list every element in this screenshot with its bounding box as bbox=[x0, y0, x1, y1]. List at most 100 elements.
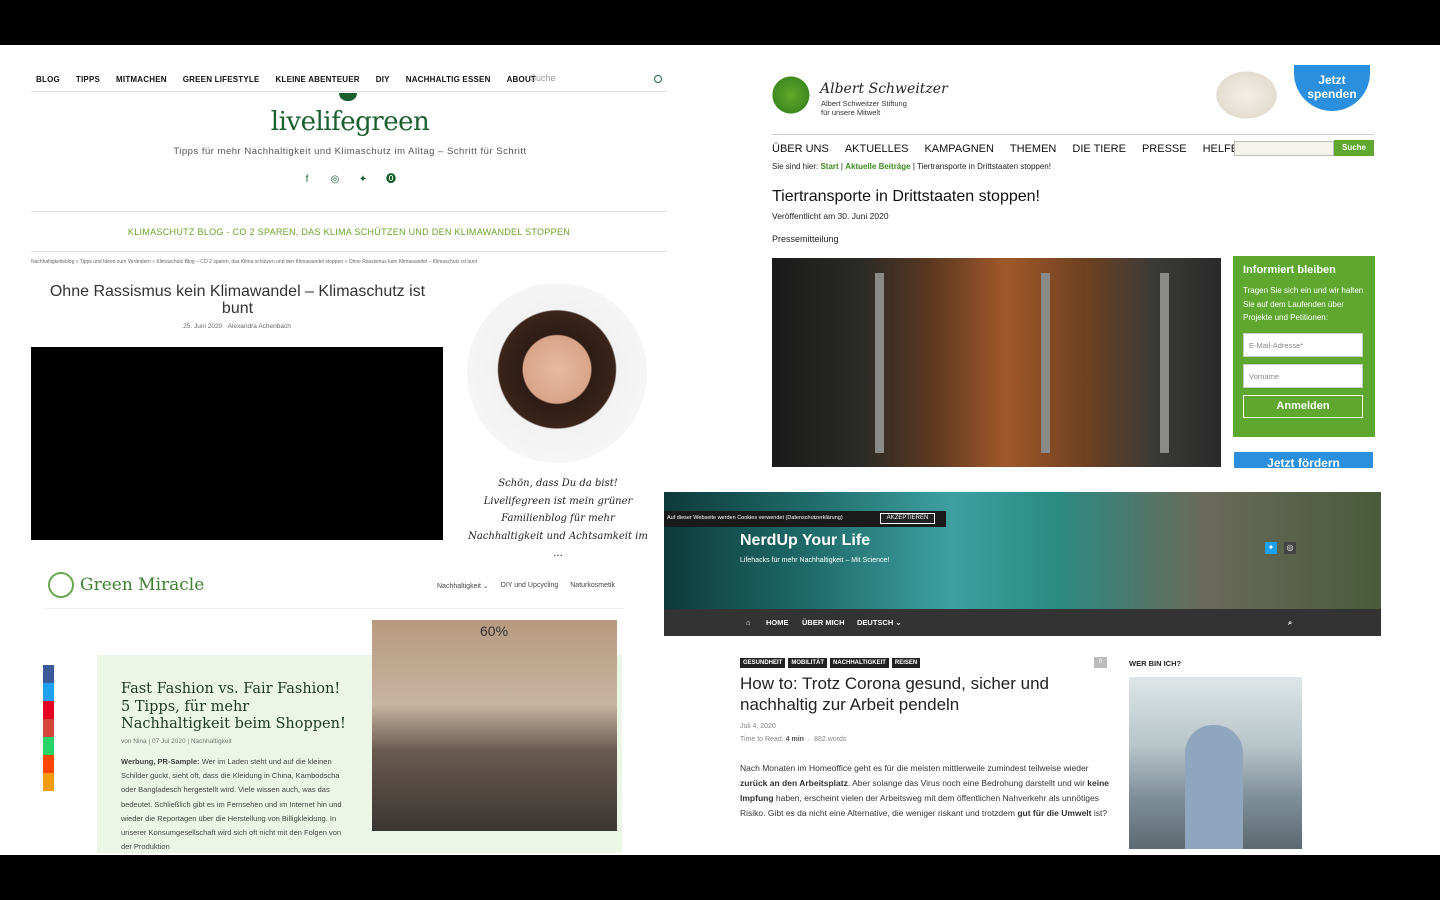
search-icon[interactable] bbox=[654, 75, 662, 83]
instagram-icon[interactable]: ◎ bbox=[328, 173, 342, 187]
divider bbox=[31, 251, 667, 252]
video-embed[interactable] bbox=[31, 347, 443, 540]
firstname-field[interactable]: Vorname bbox=[1243, 363, 1363, 388]
nu-site-subtitle: Lifehacks für mehr Nachhaltigkeit – Mit … bbox=[740, 557, 890, 564]
search-icon[interactable]: ⌕ bbox=[1288, 618, 1292, 628]
nav-tipps[interactable]: TIPPS bbox=[76, 75, 100, 84]
email-field[interactable]: E-Mail-Adresse* bbox=[1243, 332, 1363, 357]
chickens-image bbox=[1215, 65, 1285, 125]
share-bar bbox=[43, 665, 54, 791]
gm-article-meta: von Nina | 07 Jul 2020 | Nachhaltigkeit bbox=[121, 738, 232, 745]
donate-badge[interactable]: Jetzt spenden bbox=[1294, 65, 1370, 111]
as-search-input[interactable] bbox=[1234, 141, 1334, 156]
read-value: 4 min bbox=[785, 736, 804, 743]
tag-mobilitaet[interactable]: MOBILITÄT bbox=[788, 658, 828, 668]
nav-die-tiere[interactable]: DIE TIERE bbox=[1072, 143, 1126, 155]
tag-nachhaltigkeit[interactable]: NACHHALTIGKEIT bbox=[830, 658, 889, 668]
nav-ueber-uns[interactable]: ÜBER UNS bbox=[772, 143, 829, 155]
nav-diy[interactable]: DIY bbox=[376, 75, 390, 84]
nav-diy-upcycling[interactable]: DIY und Upcycling bbox=[501, 582, 558, 590]
share-email-icon[interactable] bbox=[43, 719, 54, 737]
llg-article-title: Ohne Rassismus kein Klimawandel – Klimas… bbox=[49, 283, 426, 317]
llg-logo[interactable]: livelifegreen bbox=[200, 107, 500, 137]
logo-line-2: für unsere Mitwelt bbox=[821, 107, 881, 117]
llg-search-input[interactable]: Suche bbox=[530, 73, 665, 87]
share-twitter-icon[interactable] bbox=[43, 683, 54, 701]
divider bbox=[772, 134, 1374, 135]
llg-main-nav: BLOG TIPPS MITMACHEN GREEN LIFESTYLE KLE… bbox=[36, 75, 552, 84]
screenshot-collage: BLOG TIPPS MITMACHEN GREEN LIFESTYLE KLE… bbox=[0, 45, 1440, 855]
newsletter-text: Tragen Sie sich ein und wir halten Sie a… bbox=[1243, 286, 1364, 322]
article-author[interactable]: Alexandra Achenbach bbox=[228, 323, 291, 330]
sidebar-welcome-note: Schön, dass Du da bist! Livelifegreen is… bbox=[468, 478, 648, 559]
pinterest-icon[interactable]: ⓿ bbox=[384, 173, 398, 187]
home-icon[interactable]: ⌂ bbox=[746, 618, 751, 627]
globe-logo-icon bbox=[772, 75, 814, 115]
facebook-icon[interactable]: f bbox=[300, 173, 314, 187]
as-article-date: Veröffentlicht am 30. Juni 2020 bbox=[772, 211, 889, 221]
subscribe-button[interactable]: Anmelden bbox=[1243, 394, 1363, 418]
crumb-news[interactable]: Aktuelle Beiträge bbox=[845, 162, 910, 171]
body-text: Nach Monaten im Homeoffice geht es für d… bbox=[740, 763, 1089, 773]
llg-category-link[interactable]: KLIMASCHUTZ BLOG - CO 2 SPAREN, DAS KLIM… bbox=[31, 227, 667, 237]
nav-kleine-abenteuer[interactable]: KLEINE ABENTEUER bbox=[276, 75, 360, 84]
tag-gesundheit[interactable]: GESUNDHEIT bbox=[740, 658, 786, 668]
breadcrumb: Sie sind hier: Start | Aktuelle Beiträge… bbox=[772, 162, 1051, 171]
share-pinterest-icon[interactable] bbox=[43, 701, 54, 719]
gm-logo[interactable]: Green Miracle bbox=[80, 575, 204, 595]
nav-nachhaltigkeit[interactable]: Nachhaltigkeit ⌄ bbox=[437, 582, 489, 590]
comment-count-badge[interactable]: 0 bbox=[1094, 657, 1107, 668]
nu-article-title[interactable]: How to: Trotz Corona gesund, sicher und … bbox=[740, 673, 1110, 715]
nav-presse[interactable]: PRESSE bbox=[1142, 143, 1187, 155]
accept-cookies-button[interactable]: AKZEPTIEREN bbox=[880, 513, 935, 524]
bar bbox=[1160, 273, 1169, 453]
newsletter-heading: Informiert bleiben bbox=[1243, 264, 1336, 276]
crumb-start[interactable]: Start bbox=[820, 162, 838, 171]
gm-article-title[interactable]: Fast Fashion vs. Fair Fashion! 5 Tipps, … bbox=[121, 681, 351, 734]
nav-nachhaltig-essen[interactable]: NACHHALTIG ESSEN bbox=[406, 75, 491, 84]
tag-reisen[interactable]: REISEN bbox=[891, 658, 921, 668]
nav-kampagnen[interactable]: KAMPAGNEN bbox=[924, 143, 993, 155]
nav-naturkosmetik[interactable]: Naturkosmetik bbox=[570, 582, 615, 590]
gm-nav: Nachhaltigkeit ⌄ DIY und Upcycling Natur… bbox=[437, 582, 627, 590]
nav-blog[interactable]: BLOG bbox=[36, 75, 60, 84]
support-button[interactable]: Jetzt fördern bbox=[1234, 452, 1373, 468]
nav-green-lifestyle[interactable]: GREEN LIFESTYLE bbox=[183, 75, 260, 84]
breadcrumb[interactable]: Nachhaltigkeitsblog » Tipps und Ideen zu… bbox=[31, 259, 651, 265]
nu-article-date: Juli 4, 2020 bbox=[740, 723, 776, 730]
cow-transport-image bbox=[772, 258, 1221, 467]
twitter-icon[interactable]: ✦ bbox=[356, 173, 370, 187]
as-logo-signature[interactable]: Albert Schweitzer bbox=[820, 81, 948, 97]
nav-language[interactable]: DEUTSCH ⌄ bbox=[857, 618, 902, 627]
ad-label: Werbung, PR-Sample: bbox=[121, 757, 200, 766]
nu-article-body: Nach Monaten im Homeoffice geht es für d… bbox=[740, 761, 1110, 821]
nav-aktuelles[interactable]: AKTUELLES bbox=[845, 143, 909, 155]
author-avatar bbox=[467, 283, 647, 463]
nav-mitmachen[interactable]: MITMACHEN bbox=[116, 75, 167, 84]
newsletter-box: Informiert bleiben Tragen Sie sich ein u… bbox=[1233, 256, 1375, 437]
share-facebook-icon[interactable] bbox=[43, 665, 54, 683]
nav-ueber-mich[interactable]: ÜBER MICH bbox=[802, 618, 845, 627]
nav-themen[interactable]: THEMEN bbox=[1010, 143, 1056, 155]
as-search-button[interactable]: Suche bbox=[1334, 140, 1374, 156]
twitter-icon[interactable]: ✦ bbox=[1265, 542, 1277, 554]
body-bold: gut für die Umwelt bbox=[1017, 808, 1092, 818]
divider bbox=[43, 608, 623, 609]
nu-site-title[interactable]: NerdUp Your Life bbox=[740, 532, 870, 550]
instagram-icon[interactable]: ◎ bbox=[1284, 542, 1296, 554]
bar bbox=[1041, 273, 1050, 453]
article-date: 25. Juni 2020 bbox=[183, 323, 223, 330]
share-whatsapp-icon[interactable] bbox=[43, 737, 54, 755]
as-main-nav: ÜBER UNS AKTUELLES KAMPAGNEN THEMEN DIE … bbox=[772, 143, 1262, 155]
read-time: Time to Read: 4 min · 882 words bbox=[740, 736, 847, 743]
divider bbox=[31, 211, 667, 212]
share-more-icon[interactable] bbox=[43, 773, 54, 791]
body-bold: zurück an den Arbeitsplatz bbox=[740, 778, 848, 788]
word-count: 882 words bbox=[814, 736, 847, 743]
clothing-rack-image bbox=[372, 620, 617, 831]
nav-home[interactable]: HOME bbox=[766, 618, 789, 627]
share-reddit-icon[interactable] bbox=[43, 755, 54, 773]
photographer-figure bbox=[1185, 725, 1243, 849]
llg-social-links: f ◎ ✦ ⓿ bbox=[300, 173, 398, 187]
divider bbox=[31, 91, 667, 92]
